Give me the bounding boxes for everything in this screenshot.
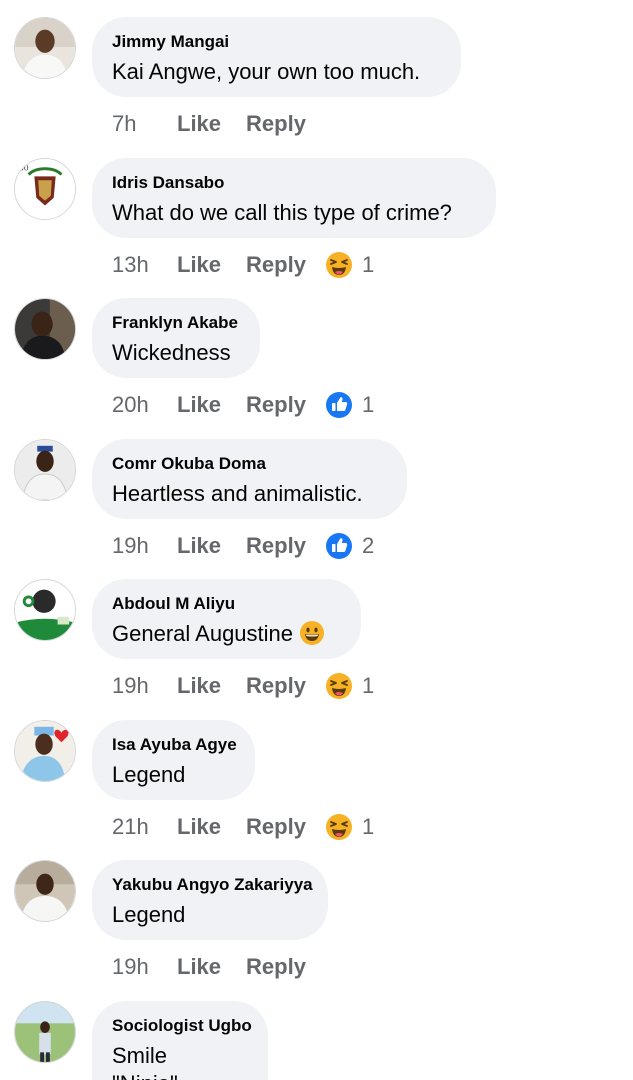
comment-text-line-2: "Ninja" xyxy=(112,1070,248,1080)
comment-author[interactable]: Idris Dansabo xyxy=(112,174,476,192)
like-button[interactable]: Like xyxy=(177,111,221,137)
comment-text: Smile xyxy=(112,1043,168,1068)
reply-button[interactable]: Reply xyxy=(246,673,306,699)
comment-bubble: Isa Ayuba Agye Legend xyxy=(92,720,255,800)
comment-author[interactable]: Jimmy Mangai xyxy=(112,33,441,51)
comment-time[interactable]: 19h xyxy=(112,954,152,980)
comment-text: Wickedness xyxy=(112,340,231,365)
reaction-summary[interactable]: 1 xyxy=(325,251,374,279)
comment-text-content: General Augustine xyxy=(112,621,294,646)
reaction-summary[interactable]: 1 xyxy=(325,672,374,700)
comment-author[interactable]: Sociologist Ugbo xyxy=(112,1017,252,1035)
reaction-count: 2 xyxy=(361,533,375,558)
reaction-summary[interactable]: 2 xyxy=(325,532,374,560)
comment-text: Heartless and animalistic. xyxy=(112,481,363,506)
avatar[interactable] xyxy=(14,298,76,360)
reaction-count: 1 xyxy=(361,814,375,839)
comment-meta: 7h Like Reply xyxy=(112,110,306,138)
comment-bubble: Abdoul M Aliyu General Augustine xyxy=(92,579,361,659)
reply-button[interactable]: Reply xyxy=(246,252,306,278)
like-icon xyxy=(325,533,352,559)
avatar[interactable] xyxy=(14,720,76,782)
comment-text: What do we call this type of crime? xyxy=(112,200,452,225)
comment-item: Abdoul M Aliyu General Augustine 19h Lik… xyxy=(0,562,633,702)
svg-text:80: 80 xyxy=(19,164,29,173)
comment-bubble: Sociologist Ugbo Smile "Ninja" xyxy=(92,1001,268,1080)
comment-author[interactable]: Isa Ayuba Agye xyxy=(112,736,237,754)
comment-meta: 21h Like Reply 1 xyxy=(112,813,374,841)
comment-text: General Augustine xyxy=(112,620,341,648)
comment-thread: Jimmy Mangai Kai Angwe, your own too muc… xyxy=(0,0,633,1080)
comment-bubble: Comr Okuba Doma Heartless and animalisti… xyxy=(92,439,407,519)
comment-bubble: Yakubu Angyo Zakariyya Legend xyxy=(92,860,328,940)
avatar[interactable] xyxy=(14,439,76,501)
reply-button[interactable]: Reply xyxy=(246,533,306,559)
comment-time[interactable]: 19h xyxy=(112,673,152,699)
like-icon xyxy=(325,392,352,418)
like-button[interactable]: Like xyxy=(177,252,221,278)
comment-item: Isa Ayuba Agye Legend 21h Like Reply 1 xyxy=(0,703,633,843)
like-button[interactable]: Like xyxy=(177,533,221,559)
like-button[interactable]: Like xyxy=(177,954,221,980)
comment-author[interactable]: Yakubu Angyo Zakariyya xyxy=(112,876,313,894)
reply-button[interactable]: Reply xyxy=(246,814,306,840)
comment-meta: 19h Like Reply 1 xyxy=(112,672,374,700)
comment-author[interactable]: Abdoul M Aliyu xyxy=(112,595,341,613)
avatar[interactable]: 80 xyxy=(14,158,76,220)
avatar[interactable] xyxy=(14,17,76,79)
comment-item: Franklyn Akabe Wickedness 20h Like Reply… xyxy=(0,281,633,421)
comment-author[interactable]: Franklyn Akabe xyxy=(112,314,240,332)
reaction-count: 1 xyxy=(361,252,375,277)
avatar[interactable] xyxy=(14,1001,76,1063)
comment-meta: 19h Like Reply 2 xyxy=(112,532,374,560)
haha-icon xyxy=(325,252,352,278)
like-button[interactable]: Like xyxy=(177,814,221,840)
comment-time[interactable]: 20h xyxy=(112,392,152,418)
comment-meta: 19h Like Reply xyxy=(112,953,306,981)
comment-time[interactable]: 19h xyxy=(112,533,152,559)
comment-meta: 20h Like Reply 1 xyxy=(112,391,374,419)
reaction-count: 1 xyxy=(361,673,375,698)
comment-item: Yakubu Angyo Zakariyya Legend 19h Like R… xyxy=(0,843,633,983)
reply-button[interactable]: Reply xyxy=(246,954,306,980)
haha-icon xyxy=(325,673,352,699)
reply-button[interactable]: Reply xyxy=(246,111,306,137)
avatar[interactable] xyxy=(14,579,76,641)
comment-bubble: Franklyn Akabe Wickedness xyxy=(92,298,260,378)
comment-text: Legend xyxy=(112,902,186,927)
comment-bubble: Jimmy Mangai Kai Angwe, your own too muc… xyxy=(92,17,461,97)
comment-text: Legend xyxy=(112,762,186,787)
avatar[interactable] xyxy=(14,860,76,922)
comment-item: Jimmy Mangai Kai Angwe, your own too muc… xyxy=(0,0,633,140)
comment-time[interactable]: 21h xyxy=(112,814,152,840)
reaction-count: 1 xyxy=(361,392,375,417)
smiley-emoji-icon xyxy=(300,621,325,645)
like-button[interactable]: Like xyxy=(177,392,221,418)
comment-time[interactable]: 7h xyxy=(112,111,152,137)
comment-meta: 13h Like Reply 1 xyxy=(112,251,374,279)
comment-item: Sociologist Ugbo Smile "Ninja" xyxy=(0,984,633,1080)
comment-item: 80 Idris Dansabo What do we call this ty… xyxy=(0,141,633,281)
comment-time[interactable]: 13h xyxy=(112,252,152,278)
comment-item: Comr Okuba Doma Heartless and animalisti… xyxy=(0,422,633,562)
comment-bubble: Idris Dansabo What do we call this type … xyxy=(92,158,496,238)
comment-author[interactable]: Comr Okuba Doma xyxy=(112,455,387,473)
comment-text: Kai Angwe, your own too much. xyxy=(112,59,421,84)
haha-icon xyxy=(325,814,352,840)
like-button[interactable]: Like xyxy=(177,673,221,699)
reply-button[interactable]: Reply xyxy=(246,392,306,418)
reaction-summary[interactable]: 1 xyxy=(325,391,374,419)
reaction-summary[interactable]: 1 xyxy=(325,813,374,841)
